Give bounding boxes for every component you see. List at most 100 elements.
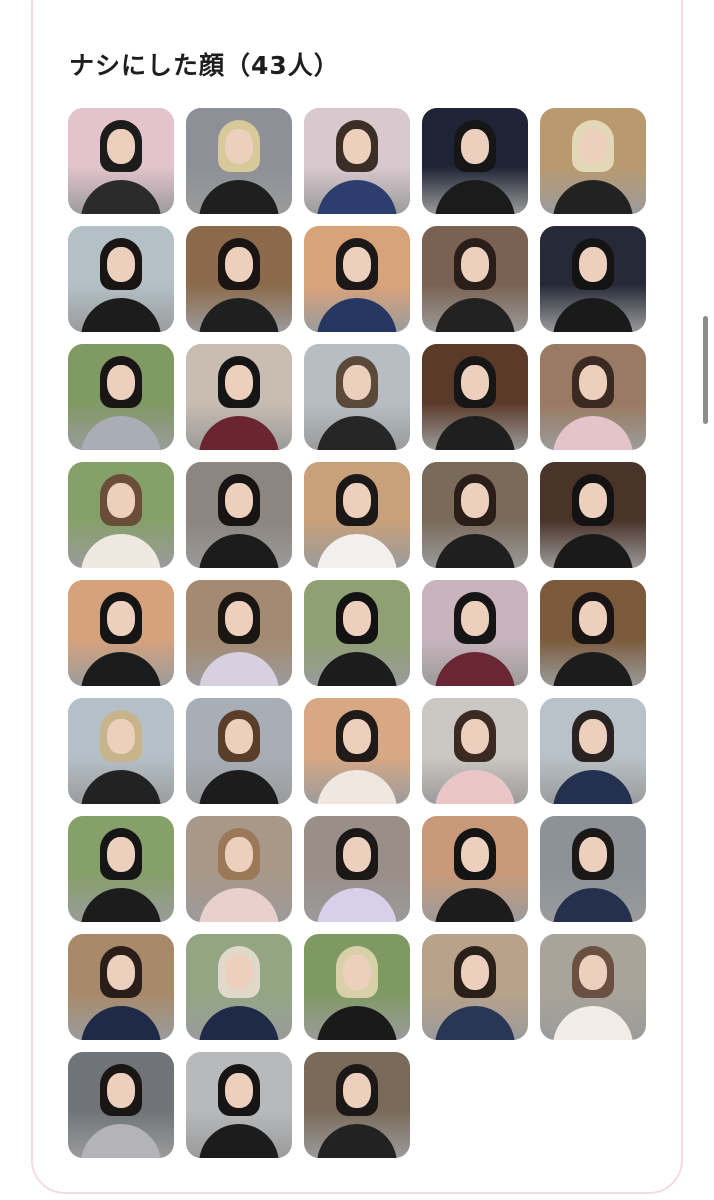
face-shape	[461, 483, 489, 519]
portrait-photo	[540, 580, 646, 686]
face-thumbnail[interactable]	[304, 462, 410, 568]
face-shape	[343, 719, 371, 755]
face-thumbnail[interactable]	[186, 816, 292, 922]
face-shape	[225, 601, 253, 637]
face-thumbnail[interactable]	[304, 226, 410, 332]
face-grid	[68, 108, 646, 1158]
clothing-shape	[553, 416, 633, 450]
portrait-photo	[304, 226, 410, 332]
face-shape	[107, 955, 135, 991]
portrait-photo	[422, 462, 528, 568]
clothing-shape	[199, 1006, 279, 1040]
face-thumbnail[interactable]	[422, 934, 528, 1040]
face-thumbnail[interactable]	[422, 580, 528, 686]
face-thumbnail[interactable]	[186, 462, 292, 568]
portrait-photo	[186, 698, 292, 804]
clothing-shape	[317, 1124, 397, 1158]
clothing-shape	[435, 652, 515, 686]
face-thumbnail[interactable]	[540, 226, 646, 332]
face-thumbnail[interactable]	[422, 816, 528, 922]
face-thumbnail[interactable]	[186, 580, 292, 686]
portrait-photo	[422, 698, 528, 804]
face-thumbnail[interactable]	[540, 344, 646, 450]
portrait-photo	[540, 934, 646, 1040]
face-thumbnail[interactable]	[540, 462, 646, 568]
face-thumbnail[interactable]	[304, 816, 410, 922]
face-thumbnail[interactable]	[540, 108, 646, 214]
face-thumbnail[interactable]	[540, 934, 646, 1040]
portrait-photo	[68, 344, 174, 450]
face-shape	[461, 955, 489, 991]
face-thumbnail[interactable]	[304, 108, 410, 214]
face-thumbnail[interactable]	[540, 816, 646, 922]
face-thumbnail[interactable]	[68, 934, 174, 1040]
face-thumbnail[interactable]	[186, 698, 292, 804]
face-shape	[461, 601, 489, 637]
portrait-photo	[304, 698, 410, 804]
portrait-photo	[540, 108, 646, 214]
face-shape	[225, 1073, 253, 1109]
face-thumbnail[interactable]	[186, 226, 292, 332]
clothing-shape	[81, 298, 161, 332]
clothing-shape	[435, 416, 515, 450]
clothing-shape	[435, 888, 515, 922]
face-thumbnail[interactable]	[304, 1052, 410, 1158]
clothing-shape	[81, 1006, 161, 1040]
face-thumbnail[interactable]	[68, 344, 174, 450]
face-shape	[343, 955, 371, 991]
portrait-photo	[186, 816, 292, 922]
face-shape	[461, 129, 489, 165]
face-shape	[579, 601, 607, 637]
face-thumbnail[interactable]	[186, 344, 292, 450]
face-shape	[107, 365, 135, 401]
face-thumbnail[interactable]	[540, 698, 646, 804]
face-shape	[107, 129, 135, 165]
clothing-shape	[81, 770, 161, 804]
face-shape	[107, 483, 135, 519]
clothing-shape	[553, 180, 633, 214]
portrait-photo	[422, 934, 528, 1040]
face-thumbnail[interactable]	[68, 226, 174, 332]
clothing-shape	[317, 652, 397, 686]
portrait-photo	[540, 816, 646, 922]
face-shape	[225, 719, 253, 755]
clothing-shape	[199, 888, 279, 922]
portrait-photo	[186, 934, 292, 1040]
face-shape	[461, 247, 489, 283]
face-thumbnail[interactable]	[422, 344, 528, 450]
face-shape	[343, 365, 371, 401]
face-thumbnail[interactable]	[186, 1052, 292, 1158]
face-thumbnail[interactable]	[304, 698, 410, 804]
clothing-shape	[81, 534, 161, 568]
face-thumbnail[interactable]	[422, 226, 528, 332]
face-thumbnail[interactable]	[68, 1052, 174, 1158]
face-shape	[107, 601, 135, 637]
clothing-shape	[199, 534, 279, 568]
face-thumbnail[interactable]	[68, 698, 174, 804]
face-thumbnail[interactable]	[422, 108, 528, 214]
face-shape	[579, 955, 607, 991]
face-thumbnail[interactable]	[186, 108, 292, 214]
portrait-photo	[304, 934, 410, 1040]
clothing-shape	[435, 180, 515, 214]
face-thumbnail[interactable]	[186, 934, 292, 1040]
face-thumbnail[interactable]	[68, 108, 174, 214]
face-thumbnail[interactable]	[422, 462, 528, 568]
face-thumbnail[interactable]	[68, 462, 174, 568]
face-thumbnail[interactable]	[304, 580, 410, 686]
face-thumbnail[interactable]	[68, 816, 174, 922]
face-thumbnail[interactable]	[422, 698, 528, 804]
clothing-shape	[553, 1006, 633, 1040]
face-shape	[107, 837, 135, 873]
face-thumbnail[interactable]	[540, 580, 646, 686]
portrait-photo	[186, 462, 292, 568]
page-title: ナシにした顔（43人）	[69, 51, 340, 80]
face-shape	[343, 837, 371, 873]
portrait-photo	[422, 344, 528, 450]
face-thumbnail[interactable]	[304, 344, 410, 450]
scrollbar[interactable]	[703, 316, 708, 424]
clothing-shape	[199, 770, 279, 804]
face-thumbnail[interactable]	[304, 934, 410, 1040]
portrait-photo	[68, 462, 174, 568]
face-thumbnail[interactable]	[68, 580, 174, 686]
